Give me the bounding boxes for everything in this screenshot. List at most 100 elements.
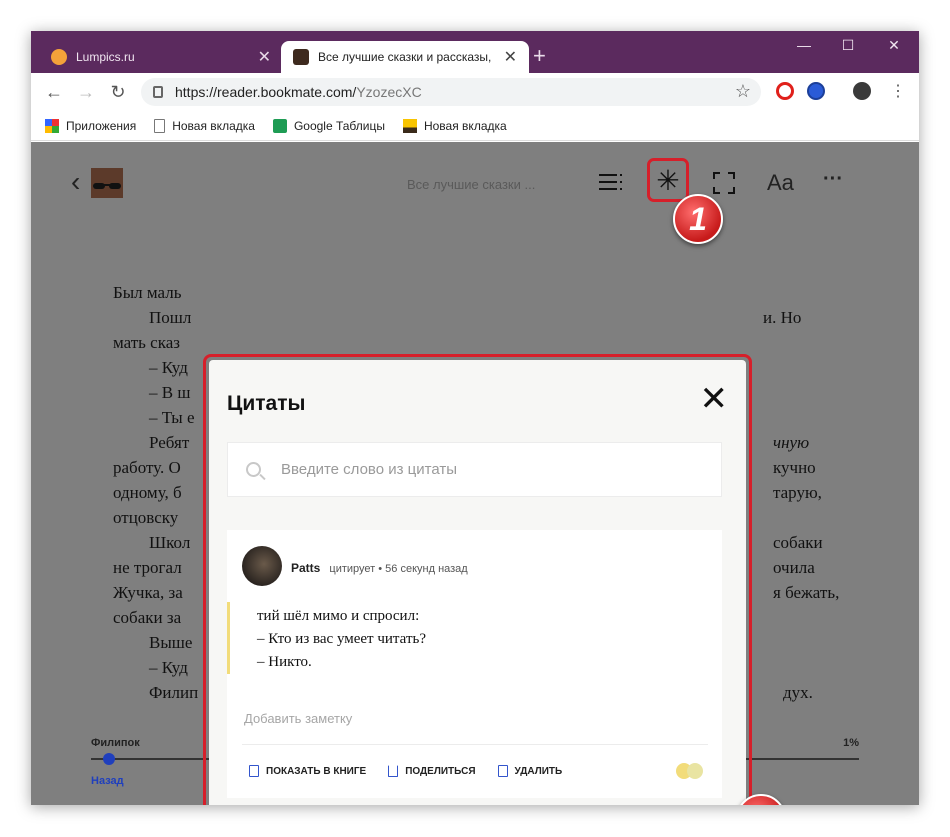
bookmark-google-sheets[interactable]: Google Таблицы [272,118,385,133]
annotation-badge-1: 1 [673,194,723,244]
menu-dots-icon[interactable]: ⋮ [887,81,909,103]
browser-window: Lumpics.ru ✕ Все лучшие сказки и рассказ… [31,31,919,805]
reload-icon[interactable]: ↻ [107,81,129,103]
text-line: кучно [773,458,816,477]
tab-lumpics[interactable]: Lumpics.ru ✕ [39,41,283,73]
text-line: не трогал [113,558,182,577]
tab-title: Lumpics.ru [76,50,135,64]
back-link[interactable]: Назад [91,775,124,787]
font-settings-button[interactable]: Aa [767,170,794,196]
address-bar[interactable]: https://reader.bookmate.com/YzozecXC ☆ [141,78,761,106]
search-input[interactable] [281,461,701,478]
profile-avatar-icon[interactable] [853,82,871,100]
text-line: мать сказ [113,333,180,352]
delete-button[interactable]: УДАЛИТЬ [497,765,563,777]
text-line: Ребят [149,433,190,452]
url-path: YzozecXC [356,84,422,100]
quote-line: – Кто из вас умеет читать? [257,631,426,647]
text-line: отцовску [113,508,179,527]
reader-header: ‹ Все лучшие сказки ... ✳ Aa ··· [31,142,919,212]
tab-close-icon[interactable]: ✕ [504,47,517,67]
text-line: чную [773,433,810,452]
quote-line: тий шёл мимо и спросил: [257,608,420,624]
tab-title: Все лучшие сказки и рассказы, [318,50,492,64]
text-line: – Куд [149,658,188,677]
apps-grid-icon [45,118,59,133]
text-line: – В ш [149,383,191,402]
fullscreen-icon[interactable] [713,172,735,200]
page-icon [154,118,166,133]
avatar[interactable] [242,546,282,586]
highlight-color-picker[interactable] [676,763,706,779]
text-line: собаки [773,533,823,552]
lock-icon [153,86,163,98]
book-title: Все лучшие сказки ... [407,177,536,192]
quote-text: тий шёл мимо и спросил: – Кто из вас уме… [257,605,426,674]
action-label: УДАЛИТЬ [514,765,563,777]
text-line: и. Но [763,308,802,327]
author-name[interactable]: Patts [291,561,320,575]
quote-time: • 56 секунд назад [378,563,468,575]
glasses-icon [93,183,121,189]
bookmark-label: Новая вкладка [172,118,255,133]
book-icon [249,765,259,777]
action-label: ПОКАЗАТЬ В КНИГЕ [266,765,367,777]
text-line: Жучка, за [113,583,183,602]
bookmate-logo-icon[interactable] [91,168,123,198]
quotes-button[interactable]: ✳ [647,158,689,202]
new-tab-button[interactable]: + [533,45,546,67]
text-line: я бежать, [773,583,840,602]
text-line: Пошл [149,308,192,327]
share-icon [388,765,399,777]
text-line: Школ [149,533,191,552]
opera-extension-icon[interactable] [776,82,794,100]
quote-actions: ПОКАЗАТЬ В КНИГЕ ПОДЕЛИТЬСЯ УДАЛИТЬ [249,765,584,777]
close-icon[interactable]: ✕ [700,382,729,416]
bookmark-label: Google Таблицы [293,118,385,133]
share-button[interactable]: ПОДЕЛИТЬСЯ [388,765,476,777]
add-note-field[interactable]: Добавить заметку [244,711,352,726]
more-options-button[interactable]: ··· [823,168,843,191]
minimize-button[interactable]: — [781,37,827,53]
tab-bookmate[interactable]: Все лучшие сказки и рассказы, ✕ [281,41,529,73]
quote-line: – Никто. [257,654,312,670]
quote-action: цитирует [329,563,376,575]
color-dot[interactable] [687,763,703,779]
bookmate-favicon-icon [293,49,309,65]
forward-arrow-icon[interactable]: → [75,81,97,103]
quotes-modal: Цитаты ✕ Patts цитирует • 56 секунд наза… [209,360,746,805]
reader-back-icon[interactable]: ‹ [71,166,80,198]
tab-close-icon[interactable]: ✕ [258,47,271,67]
asterisk-icon: ✳ [656,164,680,196]
sheets-icon [272,118,287,133]
text-line: очила [773,558,815,577]
globe-extension-icon[interactable] [807,82,825,100]
bookmark-star-icon[interactable]: ☆ [735,81,751,102]
contents-list-icon[interactable] [599,172,623,198]
action-label: ПОДЕЛИТЬСЯ [405,765,476,777]
progress-slider-handle[interactable] [102,753,115,765]
bookmark-new-tab-1[interactable]: Новая вкладка [154,118,255,133]
text-line: тарую, [773,483,822,502]
back-arrow-icon[interactable]: ← [43,81,65,103]
reader-page: ‹ Все лучшие сказки ... ✳ Aa ··· 1 Был м… [31,142,919,805]
bookmark-apps[interactable]: Приложения [45,118,137,133]
chapter-label: Филипок [91,737,140,749]
search-icon [246,462,261,477]
show-in-book-button[interactable]: ПОКАЗАТЬ В КНИГЕ [249,765,366,777]
text-line: Выше [149,633,193,652]
quote-search [227,442,722,497]
bookmark-label: Новая вкладка [423,118,507,133]
bookmark-new-tab-2[interactable]: Новая вкладка [402,118,507,133]
maximize-button[interactable]: ☐ [825,37,871,54]
text-line: Филип [149,683,199,702]
divider [242,744,708,745]
quote-meta: Patts цитирует • 56 секунд назад [291,561,468,575]
trash-icon [497,765,508,777]
progress-percent: 1% [843,737,859,749]
quote-card: Patts цитирует • 56 секунд назад тий шёл… [227,530,722,798]
bookmark-label: Приложения [66,118,137,133]
text-line: работу. О [113,458,181,477]
modal-title: Цитаты [227,392,306,415]
close-window-button[interactable]: ✕ [871,37,917,54]
